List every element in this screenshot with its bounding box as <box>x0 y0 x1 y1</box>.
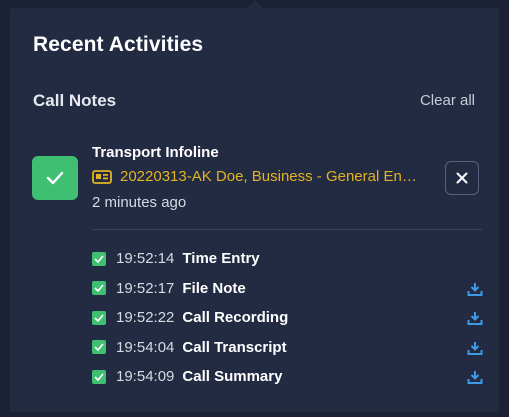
activity-name: Call Recording <box>182 309 289 327</box>
card-title: Transport Infoline <box>92 144 219 161</box>
download-icon[interactable] <box>467 281 483 297</box>
activity-name: Call Transcript <box>182 338 287 356</box>
activity-row-file-note: 19:52:17 File Note <box>92 274 487 304</box>
activity-row-time-entry: 19:52:14 Time Entry <box>92 244 487 274</box>
activity-list: 19:52:14 Time Entry 19:52:17 File Note 1… <box>92 244 487 392</box>
check-icon <box>46 171 64 185</box>
card-reference-text[interactable]: 20220313-AK Doe, Business - General Enqu… <box>120 168 424 185</box>
download-icon[interactable] <box>467 310 483 326</box>
id-card-icon <box>92 169 112 184</box>
check-icon <box>92 369 106 384</box>
activity-time: 19:54:09 <box>116 368 175 386</box>
activity-time: 19:52:17 <box>116 279 175 297</box>
call-notes-label: Call Notes <box>33 91 117 110</box>
status-check-tile <box>32 156 78 200</box>
close-icon <box>456 172 468 184</box>
activity-name: File Note <box>182 279 246 297</box>
divider <box>92 229 482 230</box>
check-icon <box>92 281 106 296</box>
activity-name: Time Entry <box>182 250 260 268</box>
activity-name: Call Summary <box>182 368 283 386</box>
check-icon <box>92 310 106 325</box>
activity-row-call-recording: 19:52:22 Call Recording <box>92 303 487 333</box>
clear-all-button[interactable]: Clear all <box>420 92 475 109</box>
check-icon <box>92 340 106 355</box>
download-icon[interactable] <box>467 340 483 356</box>
card-reference[interactable]: 20220313-AK Doe, Business - General Enqu… <box>92 168 424 185</box>
check-icon <box>92 251 106 266</box>
panel-title: Recent Activities <box>33 33 204 56</box>
activity-row-call-summary: 19:54:09 Call Summary <box>92 362 487 392</box>
recent-activities-panel: Recent Activities Call Notes Clear all T… <box>10 8 499 412</box>
card-time-ago: 2 minutes ago <box>92 194 187 211</box>
download-icon[interactable] <box>467 369 483 385</box>
activity-time: 19:52:14 <box>116 250 175 268</box>
activity-time: 19:54:04 <box>116 338 175 356</box>
activity-row-call-transcript: 19:54:04 Call Transcript <box>92 333 487 363</box>
close-button[interactable] <box>445 161 479 195</box>
activity-time: 19:52:22 <box>116 309 175 327</box>
